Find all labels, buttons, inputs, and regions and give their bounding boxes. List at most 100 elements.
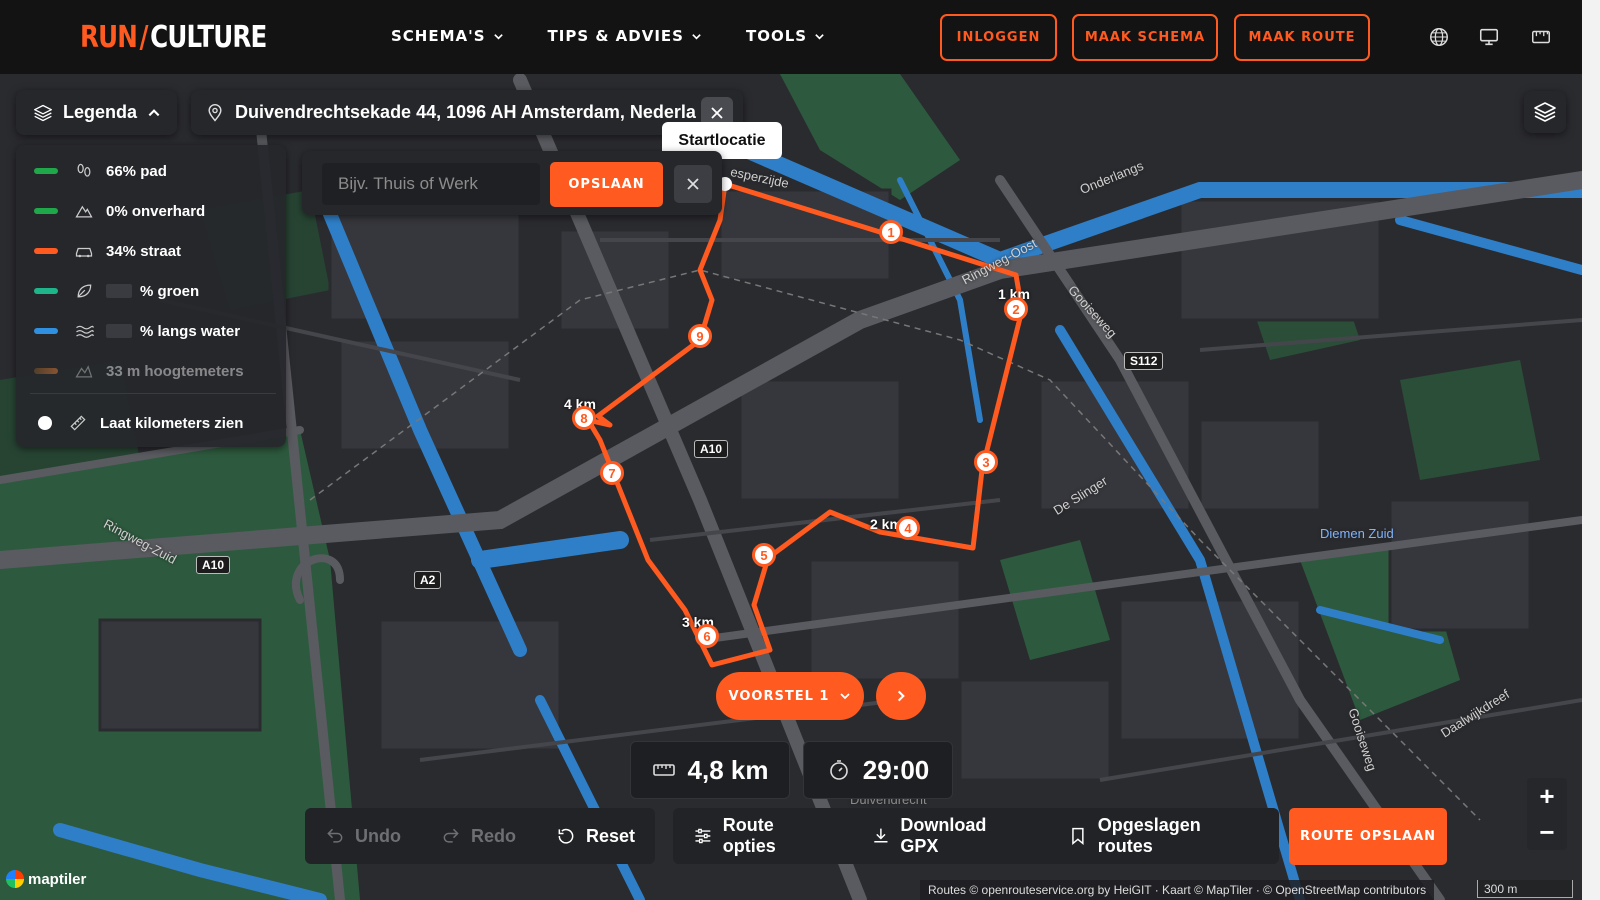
route-marker-3[interactable]: 3 [974,450,998,474]
route-marker-8[interactable]: 8 [572,406,596,430]
save-route-button[interactable]: ROUTE OPSLAAN [1289,808,1447,865]
undo-button[interactable]: Undo [305,808,421,864]
save-location-panel: OPSLAAN [302,151,722,215]
maptiler-logo[interactable]: maptiler [6,870,86,888]
route-marker-9[interactable]: 9 [688,324,712,348]
stopwatch-icon [829,760,848,780]
nav-schemas[interactable]: SCHEMA'S [391,27,504,45]
route-toolbar: Route opties Download GPX Opgeslagen rou… [673,808,1279,864]
legend-row-elevation: 33 m hoogtemeters [34,361,244,381]
make-schedule-button[interactable]: MAAK SCHEMA [1072,14,1218,61]
route-options-button[interactable]: Route opties [673,808,851,864]
nav-schemas-label: SCHEMA'S [391,27,486,45]
ruler-icon[interactable] [1530,26,1552,48]
distance-value: 4,8 km [687,754,769,785]
close-icon [687,178,699,190]
close-save-location-button[interactable] [674,165,712,203]
reset-label: Reset [585,825,636,846]
legend-title: Legenda [63,102,138,122]
logo-culture: CULTURE [150,20,267,55]
km-toggle-label: Laat kilometers zien [100,414,244,432]
map-layers-button[interactable] [1524,91,1566,133]
legend-swatch [34,368,58,374]
zoom-in-button[interactable]: + [1527,778,1567,814]
route-marker-5[interactable]: 5 [752,543,776,567]
footprints-icon [77,163,91,177]
zoom-control: + − [1527,778,1567,850]
suggestion-label: VOORSTEL 1 [728,688,830,704]
saved-routes-label: Opgeslagen routes [1097,815,1201,856]
location-name-input[interactable] [322,163,540,205]
download-gpx-label: Download GPX [900,815,987,856]
ruler-icon [652,764,675,776]
legend-panel: 66% pad 0% onverhard 34% straat % groen … [16,145,286,447]
label-diemen-zuid: Diemen Zuid [1320,526,1394,541]
legend-swatch [34,168,58,174]
elevation-icon [75,365,93,378]
address-text: Duivendrechtsekade 44, 1096 AH Amsterdam… [235,102,697,122]
monitor-icon[interactable] [1478,26,1500,48]
download-gpx-button[interactable]: Download GPX [851,808,1048,864]
runculture-logo[interactable]: RUN/CULTURE [80,20,267,55]
road-shield-a10: A10 [694,440,729,458]
redo-button[interactable]: Redo [421,808,536,864]
route-suggestion-dropdown[interactable]: VOORSTEL 1 [716,672,864,720]
chevron-down-icon [840,693,851,700]
legend-toggle[interactable]: Legenda [16,90,177,135]
leaf-icon [77,284,92,298]
road-shield-a10-2: A10 [196,556,231,574]
sliders-icon [695,828,711,844]
logo-run: RUN [80,20,138,55]
nav-tips-advies[interactable]: TIPS & ADVIES [548,27,702,45]
saved-routes-button[interactable]: Opgeslagen routes [1048,808,1279,864]
route-marker-6[interactable]: 6 [695,624,719,648]
distance-stat: 4,8 km [630,741,790,799]
login-button[interactable]: INLOGGEN [940,14,1057,61]
legend-row-path: 66% pad [34,161,167,181]
legend-label-green: % groen [140,282,200,300]
map-attribution[interactable]: Routes © openrouteservice.org by HeiGIT … [920,880,1435,900]
legend-swatch [34,208,58,214]
legend-label-unpaved: 0% onverhard [106,202,206,220]
redo-label: Redo [470,825,516,846]
zoom-out-button[interactable]: − [1527,814,1567,850]
km-toggle-row[interactable]: Laat kilometers zien [34,413,243,433]
route-marker-7[interactable]: 7 [600,461,624,485]
legend-row-street: 34% straat [34,241,181,261]
location-pin-icon [208,103,222,122]
duration-stat: 29:00 [803,741,953,799]
nav-tools[interactable]: TOOLS [746,27,825,45]
car-icon [75,247,93,258]
page-scrollbar[interactable] [1582,0,1600,900]
legend-label-elevation: 33 m hoogtemeters [106,362,244,380]
nav-tools-label: TOOLS [745,27,808,45]
legend-swatch [34,248,58,254]
duration-value: 29:00 [862,754,930,785]
chevron-right-icon [897,690,905,702]
road-shield-a2: A2 [414,571,442,589]
route-marker-1[interactable]: 1 [879,220,903,244]
route-marker-2[interactable]: 2 [1004,297,1028,321]
legend-placeholder-box [106,324,132,338]
next-suggestion-button[interactable] [876,672,926,720]
bookmark-icon [1072,827,1084,846]
km-toggle-radio[interactable] [38,416,52,430]
map-scale: 300 m [1477,880,1573,898]
globe-icon[interactable] [1428,26,1450,48]
logo-slash: / [139,20,149,55]
undo-label: Undo [355,825,401,846]
chevron-down-icon [493,33,503,40]
route-marker-4[interactable]: 4 [896,516,920,540]
save-location-button[interactable]: OPSLAAN [550,162,663,207]
route-options-label: Route opties [722,815,776,856]
legend-row-green: % groen [34,281,199,301]
legend-row-unpaved: 0% onverhard [34,201,205,221]
address-bar[interactable]: Duivendrechtsekade 44, 1096 AH Amsterdam… [191,90,743,135]
legend-swatch [34,328,58,334]
history-toolbar: Undo Redo Reset [305,808,655,864]
make-route-button[interactable]: MAAK ROUTE [1234,14,1370,61]
legend-divider [30,393,276,394]
ruler-icon [70,415,86,431]
legend-label-water: % langs water [140,322,241,340]
reset-button[interactable]: Reset [536,808,655,864]
